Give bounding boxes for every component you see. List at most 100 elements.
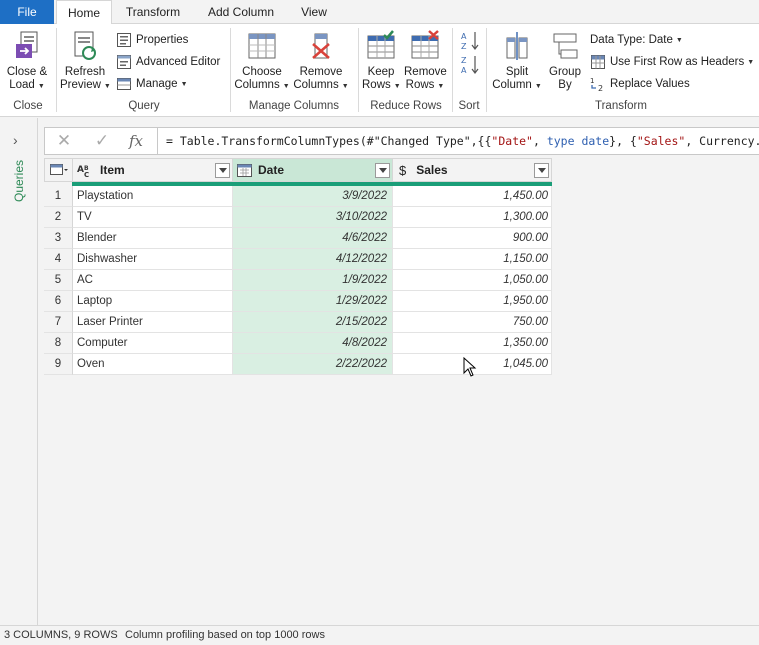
refresh-label-2: Preview xyxy=(60,79,101,91)
group-separator xyxy=(230,28,231,112)
row-number[interactable]: 8 xyxy=(44,333,73,354)
manage-label: Manage xyxy=(136,78,178,90)
item-cell[interactable]: Laptop xyxy=(73,291,233,312)
group-by-icon xyxy=(553,33,578,59)
column-header-item-label: Item xyxy=(100,163,125,177)
table-menu-button[interactable] xyxy=(44,158,73,182)
date-cell[interactable]: 4/8/2022 xyxy=(233,333,393,354)
date-cell[interactable]: 3/9/2022 xyxy=(233,186,393,207)
remove-columns-icon xyxy=(312,33,330,59)
column-header-date[interactable]: Date xyxy=(232,158,393,182)
column-header-sales[interactable]: $ Sales xyxy=(392,158,552,182)
keep-rows-button[interactable]: Keep Rows ▼ xyxy=(362,30,401,93)
properties-icon xyxy=(117,33,131,47)
cancel-formula-icon[interactable]: ✕ xyxy=(49,128,79,154)
row-number[interactable]: 6 xyxy=(44,291,73,312)
tab-home[interactable]: Home xyxy=(56,0,112,25)
date-cell[interactable]: 2/22/2022 xyxy=(233,354,393,375)
tab-file[interactable]: File xyxy=(0,0,54,24)
ribbon-tab-bar: File Home Transform Add Column View xyxy=(0,0,759,25)
row-number[interactable]: 5 xyxy=(44,270,73,291)
date-cell[interactable]: 4/12/2022 xyxy=(233,249,393,270)
date-cell[interactable]: 4/6/2022 xyxy=(233,228,393,249)
sort-descending-button[interactable]: Z A xyxy=(460,54,482,76)
replace-values-button[interactable]: 1 2 Replace Values xyxy=(590,75,690,93)
group-by-button[interactable]: Group By xyxy=(546,30,584,92)
keep-rows-label: Keep xyxy=(367,66,395,78)
manage-button[interactable]: Manage ▼ xyxy=(116,75,188,93)
date-cell[interactable]: 2/15/2022 xyxy=(233,312,393,333)
use-first-row-as-headers-button[interactable]: Use First Row as Headers ▼ xyxy=(590,53,754,71)
advanced-editor-button[interactable]: Advanced Editor xyxy=(116,53,220,71)
remove-rows-label-2: Rows xyxy=(405,79,435,91)
item-cell[interactable]: Computer xyxy=(73,333,233,354)
formula-prefix: = Table.TransformColumnTypes(#"Changed T… xyxy=(166,134,492,148)
item-cell[interactable]: Playstation xyxy=(73,186,233,207)
properties-button[interactable]: Properties xyxy=(116,31,188,49)
remove-columns-button[interactable]: Remove Columns ▼ xyxy=(292,30,350,93)
item-cell[interactable]: Oven xyxy=(73,354,233,375)
replace-values-icon: 1 2 xyxy=(590,77,603,92)
row-number[interactable]: 2 xyxy=(44,207,73,228)
confirm-formula-icon[interactable]: ✓ xyxy=(87,128,117,154)
insert-function-icon[interactable]: fx xyxy=(121,128,151,154)
tab-transform[interactable]: Transform xyxy=(118,0,188,24)
data-type-dropdown[interactable]: Data Type: Date ▼ xyxy=(590,31,683,49)
split-column-button[interactable]: Split Column ▼ xyxy=(490,30,544,93)
tab-add-column[interactable]: Add Column xyxy=(198,0,284,24)
sort-ascending-button[interactable]: A Z xyxy=(460,30,482,52)
column-profiling-status[interactable]: Column profiling based on top 1000 rows xyxy=(125,626,325,645)
formula-comma: , xyxy=(532,134,547,148)
row-number[interactable]: 1 xyxy=(44,186,73,207)
row-number[interactable]: 9 xyxy=(44,354,73,375)
queries-pane-label[interactable]: Queries xyxy=(12,142,26,202)
text-type-icon[interactable]: ABC xyxy=(77,163,95,177)
sales-cell[interactable]: 1,150.00 xyxy=(393,249,552,270)
manage-icon xyxy=(117,78,131,90)
item-cell[interactable]: AC xyxy=(73,270,233,291)
item-cell[interactable]: Laser Printer xyxy=(73,312,233,333)
sales-cell[interactable]: 750.00 xyxy=(393,312,552,333)
keep-rows-icon xyxy=(367,30,395,59)
sales-cell[interactable]: 1,350.00 xyxy=(393,333,552,354)
close-load-button[interactable]: Close & Load ▼ xyxy=(4,30,50,93)
date-cell[interactable]: 1/9/2022 xyxy=(233,270,393,291)
group-separator xyxy=(56,28,57,112)
sales-cell[interactable]: 900.00 xyxy=(393,228,552,249)
refresh-preview-button[interactable]: Refresh Preview ▼ xyxy=(60,30,111,93)
sales-cell[interactable]: 1,050.00 xyxy=(393,270,552,291)
sales-cell[interactable]: 1,450.00 xyxy=(393,186,552,207)
replace-values-label: Replace Values xyxy=(610,78,690,90)
row-number[interactable]: 3 xyxy=(44,228,73,249)
row-number[interactable]: 4 xyxy=(44,249,73,270)
date-type-icon[interactable] xyxy=(237,163,253,177)
column-header-date-label: Date xyxy=(258,163,285,177)
formula-bar: ✕ ✓ fx = Table.TransformColumnTypes(#"Ch… xyxy=(44,127,759,155)
sort-ascending-icon: A Z xyxy=(461,32,479,51)
choose-columns-icon xyxy=(248,33,276,59)
sales-cell[interactable]: 1,950.00 xyxy=(393,291,552,312)
group-label-transform: Transform xyxy=(595,100,647,112)
filter-dropdown-icon[interactable] xyxy=(375,163,390,178)
split-column-icon xyxy=(506,32,528,60)
date-cell[interactable]: 1/29/2022 xyxy=(233,291,393,312)
item-cell[interactable]: Dishwasher xyxy=(73,249,233,270)
remove-rows-button[interactable]: Remove Rows ▼ xyxy=(404,30,447,93)
column-header-item[interactable]: ABC Item xyxy=(72,158,233,182)
group-label-query: Query xyxy=(128,100,160,112)
item-cell[interactable]: Blender xyxy=(73,228,233,249)
date-cell[interactable]: 3/10/2022 xyxy=(233,207,393,228)
formula-mid: }, { xyxy=(609,134,637,148)
formula-string-date: "Date" xyxy=(491,134,533,148)
group-label-manage-columns: Manage Columns xyxy=(248,100,340,112)
filter-dropdown-icon[interactable] xyxy=(534,163,549,178)
sales-cell[interactable]: 1,300.00 xyxy=(393,207,552,228)
currency-type-icon[interactable]: $ xyxy=(399,163,406,178)
tab-view[interactable]: View xyxy=(292,0,336,24)
filter-dropdown-icon[interactable] xyxy=(215,163,230,178)
row-number[interactable]: 7 xyxy=(44,312,73,333)
formula-input[interactable]: = Table.TransformColumnTypes(#"Changed T… xyxy=(157,128,759,154)
item-cell[interactable]: TV xyxy=(73,207,233,228)
choose-columns-button[interactable]: Choose Columns ▼ xyxy=(234,30,290,93)
group-separator xyxy=(358,28,359,112)
